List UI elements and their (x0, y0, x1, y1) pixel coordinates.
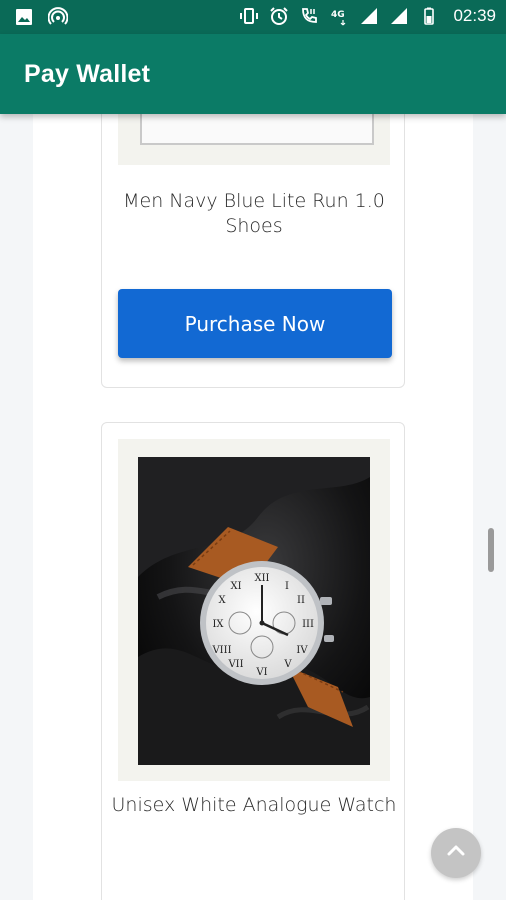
product-image-frame: XII III VI IX I II IV V VII VIII X XI (118, 439, 390, 781)
svg-text:II: II (297, 595, 305, 606)
svg-text:XI: XI (230, 581, 241, 592)
svg-text:IV: IV (296, 645, 308, 656)
svg-text:XII: XII (254, 573, 269, 584)
svg-text:III: III (302, 619, 314, 630)
svg-text:VII: VII (227, 659, 243, 670)
svg-text:IX: IX (212, 619, 224, 630)
signal-icon (359, 6, 379, 26)
battery-icon (419, 6, 439, 26)
signal-icon (389, 6, 409, 26)
chevron-up-icon (444, 839, 468, 867)
app-bar: Pay Wallet (0, 34, 506, 114)
purchase-now-button[interactable]: Purchase Now (118, 289, 392, 358)
alarm-icon (269, 6, 289, 26)
product-image-frame (118, 114, 390, 165)
4g-icon: 4G (329, 6, 349, 26)
svg-text:V: V (283, 659, 292, 670)
scrollbar-thumb[interactable] (488, 528, 494, 572)
svg-text:VIII: VIII (211, 645, 231, 656)
product-image (140, 114, 374, 145)
svg-text:I: I (285, 581, 289, 592)
hotspot-icon (47, 7, 69, 27)
product-name: Unisex White Analogue Watch (111, 794, 397, 816)
svg-text:X: X (218, 595, 226, 606)
product-name: Men Navy Blue Lite Run 1.0 Shoes (123, 190, 385, 237)
product-card: XII III VI IX I II IV V VII VIII X XI Un… (101, 422, 405, 900)
vibrate-icon (239, 6, 259, 26)
svg-text:4G: 4G (331, 10, 345, 20)
product-card: Men Navy Blue Lite Run 1.0 Shoes Purchas… (101, 114, 405, 388)
status-time: 02:39 (453, 6, 496, 25)
status-bar: 4G 02:39 (0, 0, 506, 34)
app-title: Pay Wallet (24, 60, 151, 88)
product-image: XII III VI IX I II IV V VII VIII X XI (138, 457, 370, 765)
scroll-to-top-button[interactable] (431, 828, 481, 878)
gallery-icon (14, 7, 34, 27)
product-list[interactable]: Men Navy Blue Lite Run 1.0 Shoes Purchas… (33, 114, 473, 900)
volte-call-icon (299, 6, 319, 26)
svg-text:VI: VI (255, 667, 267, 678)
